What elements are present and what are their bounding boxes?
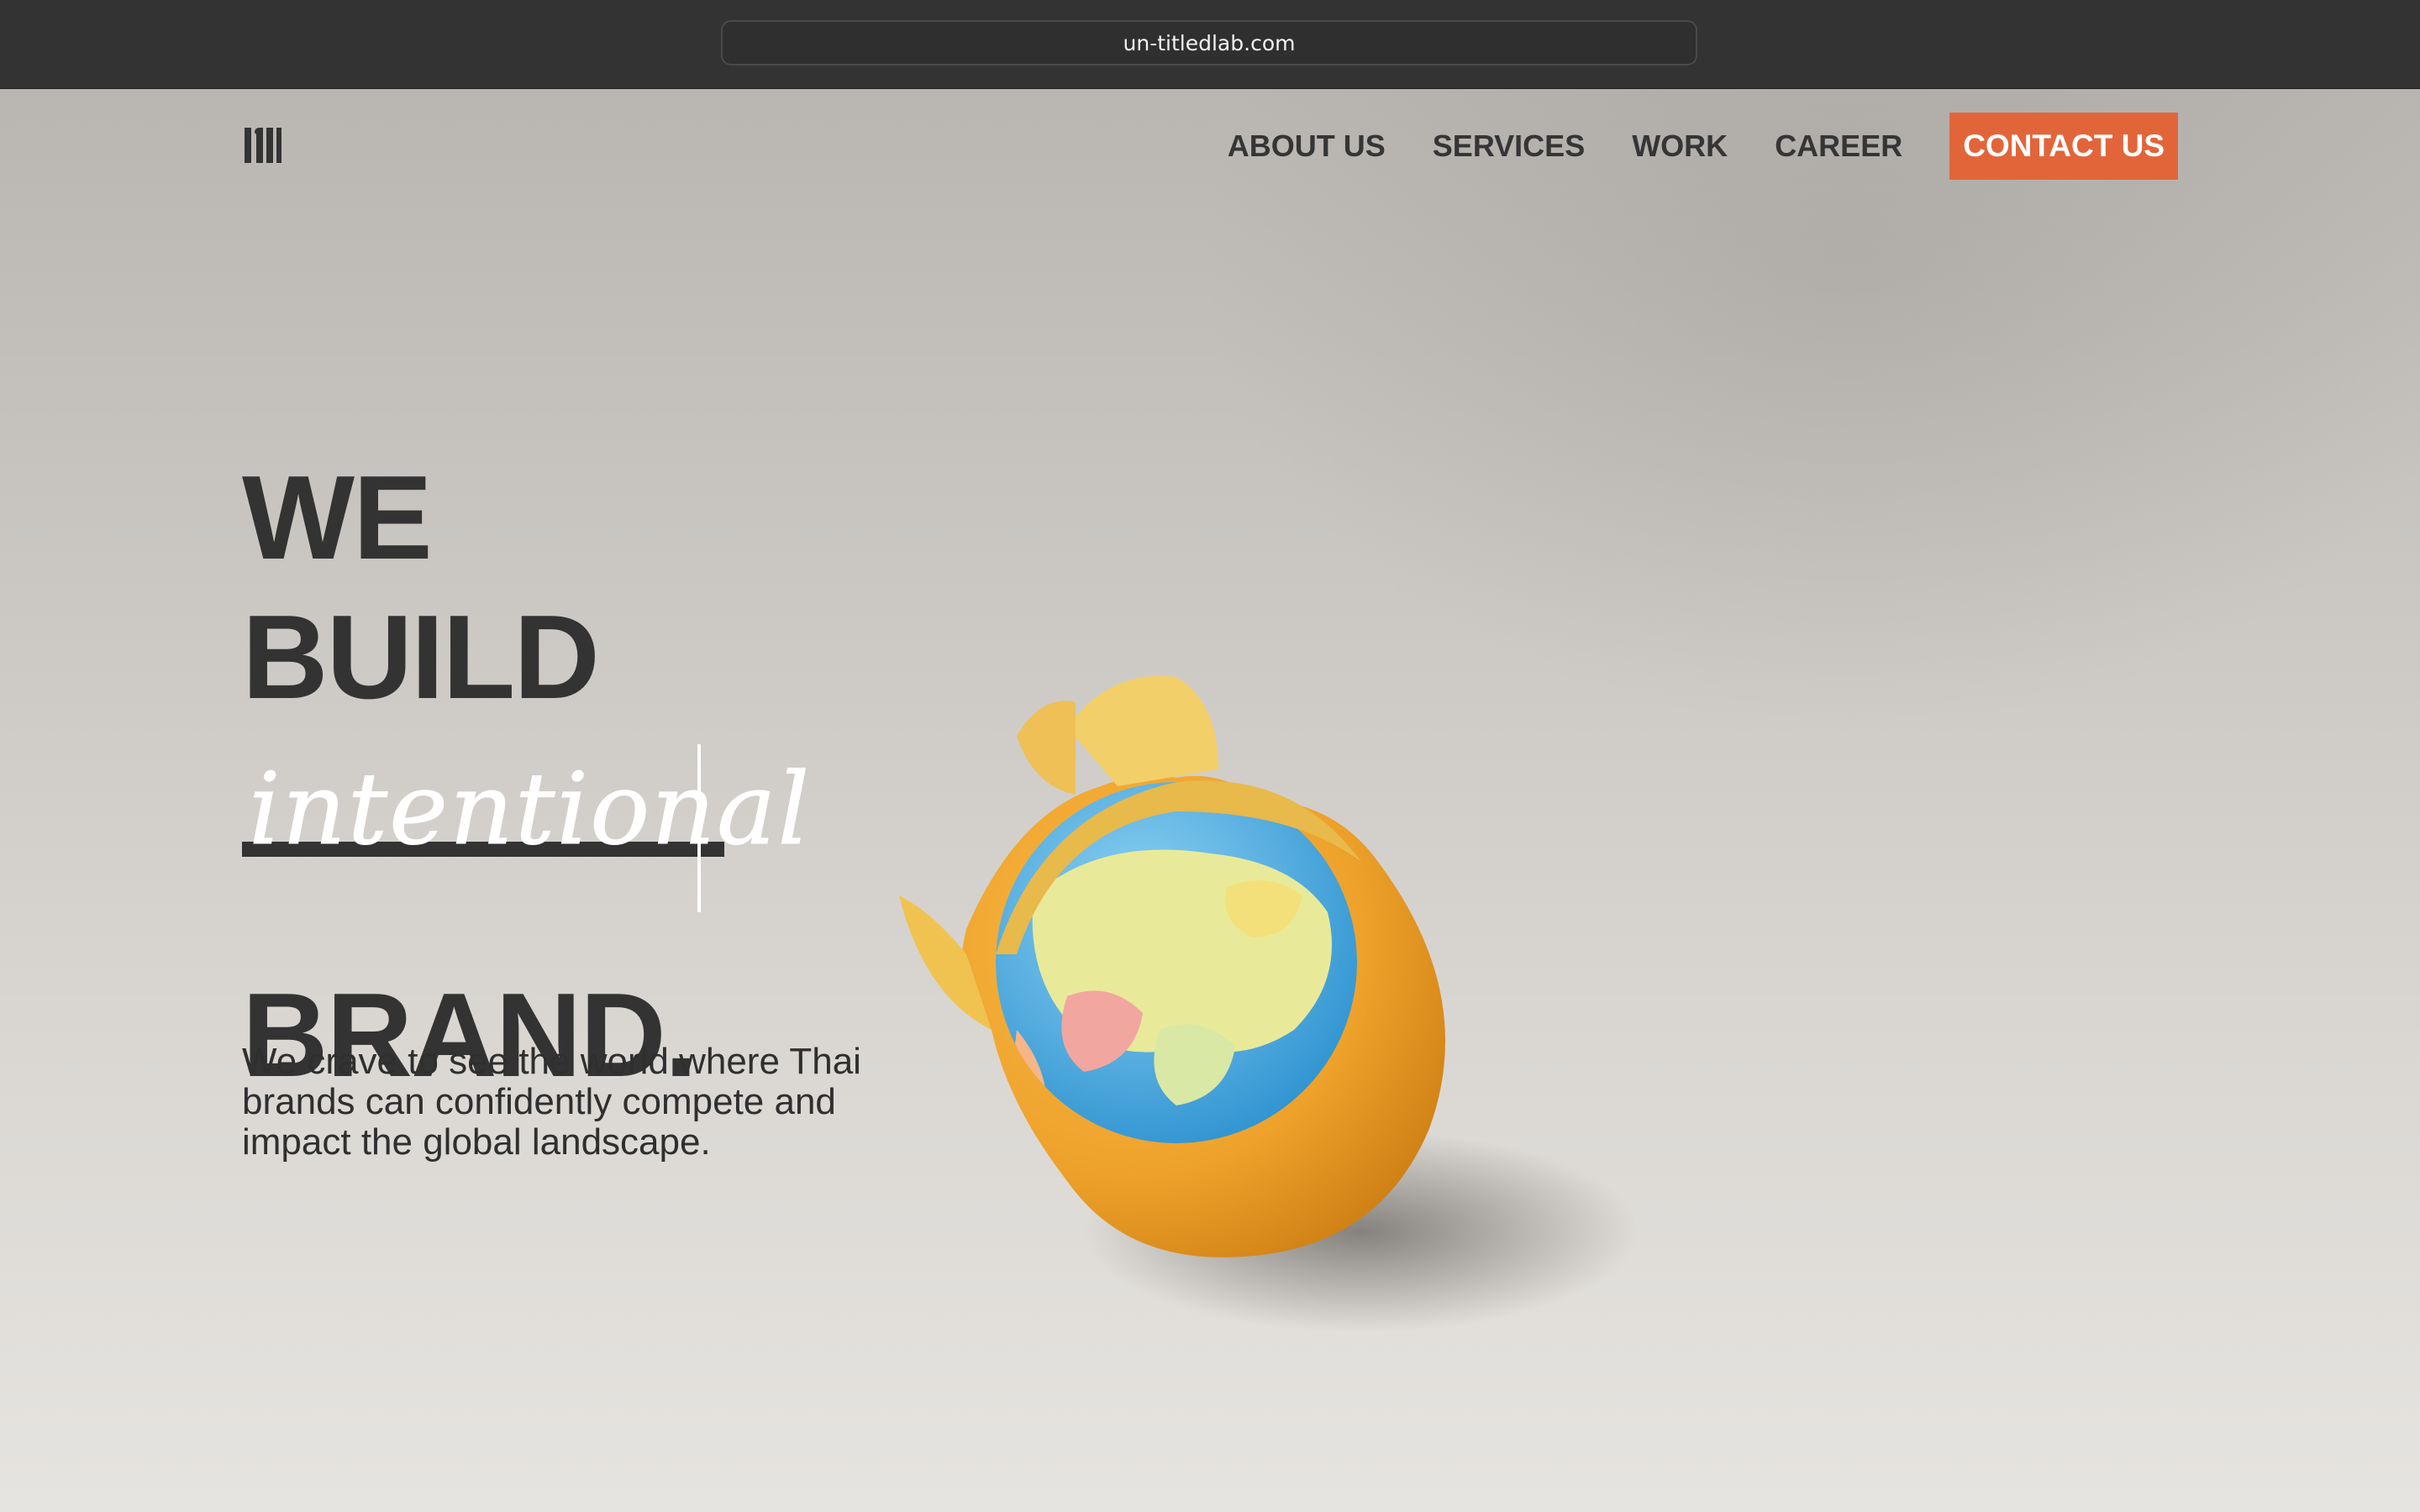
landing-page: ABOUT US SERVICES WORK CAREER CONTACT US… (0, 89, 2420, 1512)
uni-monogram-logo[interactable] (242, 126, 282, 165)
address-bar[interactable]: un-titledlab.com (721, 20, 1697, 66)
headline-build: BUILD (242, 591, 600, 724)
contact-us-button[interactable]: CONTACT US (1949, 113, 2178, 180)
nav-work[interactable]: WORK (1632, 129, 1728, 164)
orange-peel-globe-image (899, 675, 1639, 1332)
script-word-intentional: intentional (249, 751, 811, 868)
text-cursor (697, 744, 701, 912)
hero-tagline: We crave to see the world where Thai bra… (242, 1041, 861, 1163)
browser-toolbar: un-titledlab.com (0, 0, 2420, 89)
nav-career[interactable]: CAREER (1775, 129, 1902, 164)
nav-services[interactable]: SERVICES (1433, 129, 1585, 164)
script-word-text: intentional (249, 751, 811, 867)
main-nav: ABOUT US SERVICES WORK CAREER CONTACT US (1228, 113, 2178, 180)
headline-we: WE (242, 451, 433, 585)
nav-about-us[interactable]: ABOUT US (1228, 129, 1386, 164)
